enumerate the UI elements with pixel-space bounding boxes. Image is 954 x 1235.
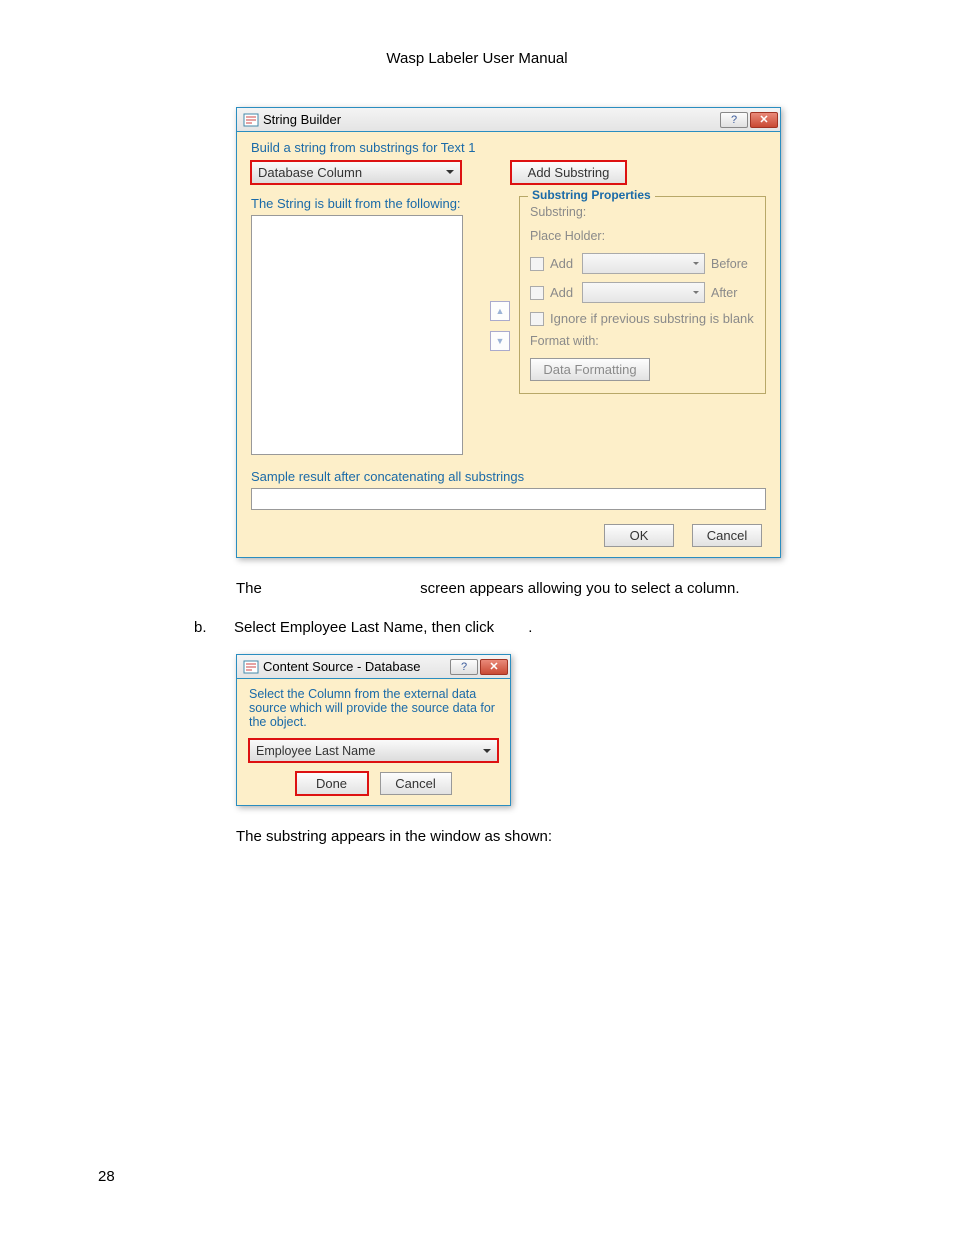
help-button[interactable]: ?: [450, 659, 478, 675]
page-header: Wasp Labeler User Manual: [98, 50, 856, 67]
done-button[interactable]: Done: [296, 772, 368, 795]
source-dropdown[interactable]: Database Column: [251, 161, 461, 184]
sample-label: Sample result after concatenating all su…: [251, 469, 766, 484]
caret-icon: [483, 749, 491, 753]
body-text-1: The screen appears allowing you to selec…: [236, 580, 856, 597]
column-dropdown-text: Employee Last Name: [256, 744, 376, 758]
add-after-label: Add: [550, 285, 576, 300]
before-label: Before: [711, 257, 755, 271]
app-icon: [243, 659, 259, 675]
after-label: After: [711, 286, 755, 300]
substring-listbox[interactable]: [251, 215, 463, 455]
ok-button[interactable]: OK: [604, 524, 674, 547]
column-dropdown[interactable]: Employee Last Name: [249, 739, 498, 762]
content-source-dialog: Content Source - Database ? ✕ Select the…: [236, 654, 511, 806]
before-dropdown[interactable]: [582, 253, 705, 274]
groupbox-title: Substring Properties: [528, 188, 655, 202]
caret-icon: [693, 262, 699, 265]
list-label: The String is built from the following:: [251, 196, 481, 211]
cancel-button[interactable]: Cancel: [380, 772, 452, 795]
placeholder-label: Place Holder:: [530, 229, 755, 243]
caret-icon: [446, 170, 454, 174]
format-with-label: Format with:: [530, 334, 755, 348]
ignore-label: Ignore if previous substring is blank: [550, 311, 754, 326]
move-up-button[interactable]: ▲: [490, 301, 510, 321]
help-button[interactable]: ?: [720, 112, 748, 128]
ignore-checkbox[interactable]: [530, 312, 544, 326]
step-marker: b.: [194, 619, 234, 636]
data-formatting-button[interactable]: Data Formatting: [530, 358, 650, 381]
move-down-button[interactable]: ▼: [490, 331, 510, 351]
add-substring-button[interactable]: Add Substring: [511, 161, 626, 184]
dialog-title: String Builder: [263, 112, 718, 127]
dialog2-instruction: Select the Column from the external data…: [249, 687, 498, 729]
dialog-title: Content Source - Database: [263, 659, 448, 674]
caret-icon: [693, 291, 699, 294]
step-b: b. Select Employee Last Name, then click…: [194, 619, 856, 636]
cancel-button[interactable]: Cancel: [692, 524, 762, 547]
substring-label: Substring:: [530, 205, 755, 219]
titlebar: Content Source - Database ? ✕: [237, 655, 510, 679]
sample-result-box: [251, 488, 766, 510]
page-number: 28: [98, 1168, 115, 1185]
after-dropdown[interactable]: [582, 282, 705, 303]
body-text-2: The substring appears in the window as s…: [236, 828, 856, 845]
titlebar: String Builder ? ✕: [237, 108, 780, 132]
app-icon: [243, 112, 259, 128]
close-button[interactable]: ✕: [750, 112, 778, 128]
add-before-label: Add: [550, 256, 576, 271]
string-builder-dialog: String Builder ? ✕ Build a string from s…: [236, 107, 781, 558]
substring-properties-group: Substring Properties Substring: Place Ho…: [519, 196, 766, 394]
add-after-checkbox[interactable]: [530, 286, 544, 300]
instruction-text: Build a string from substrings for Text …: [251, 140, 766, 155]
add-before-checkbox[interactable]: [530, 257, 544, 271]
source-dropdown-text: Database Column: [258, 165, 362, 180]
close-button[interactable]: ✕: [480, 659, 508, 675]
